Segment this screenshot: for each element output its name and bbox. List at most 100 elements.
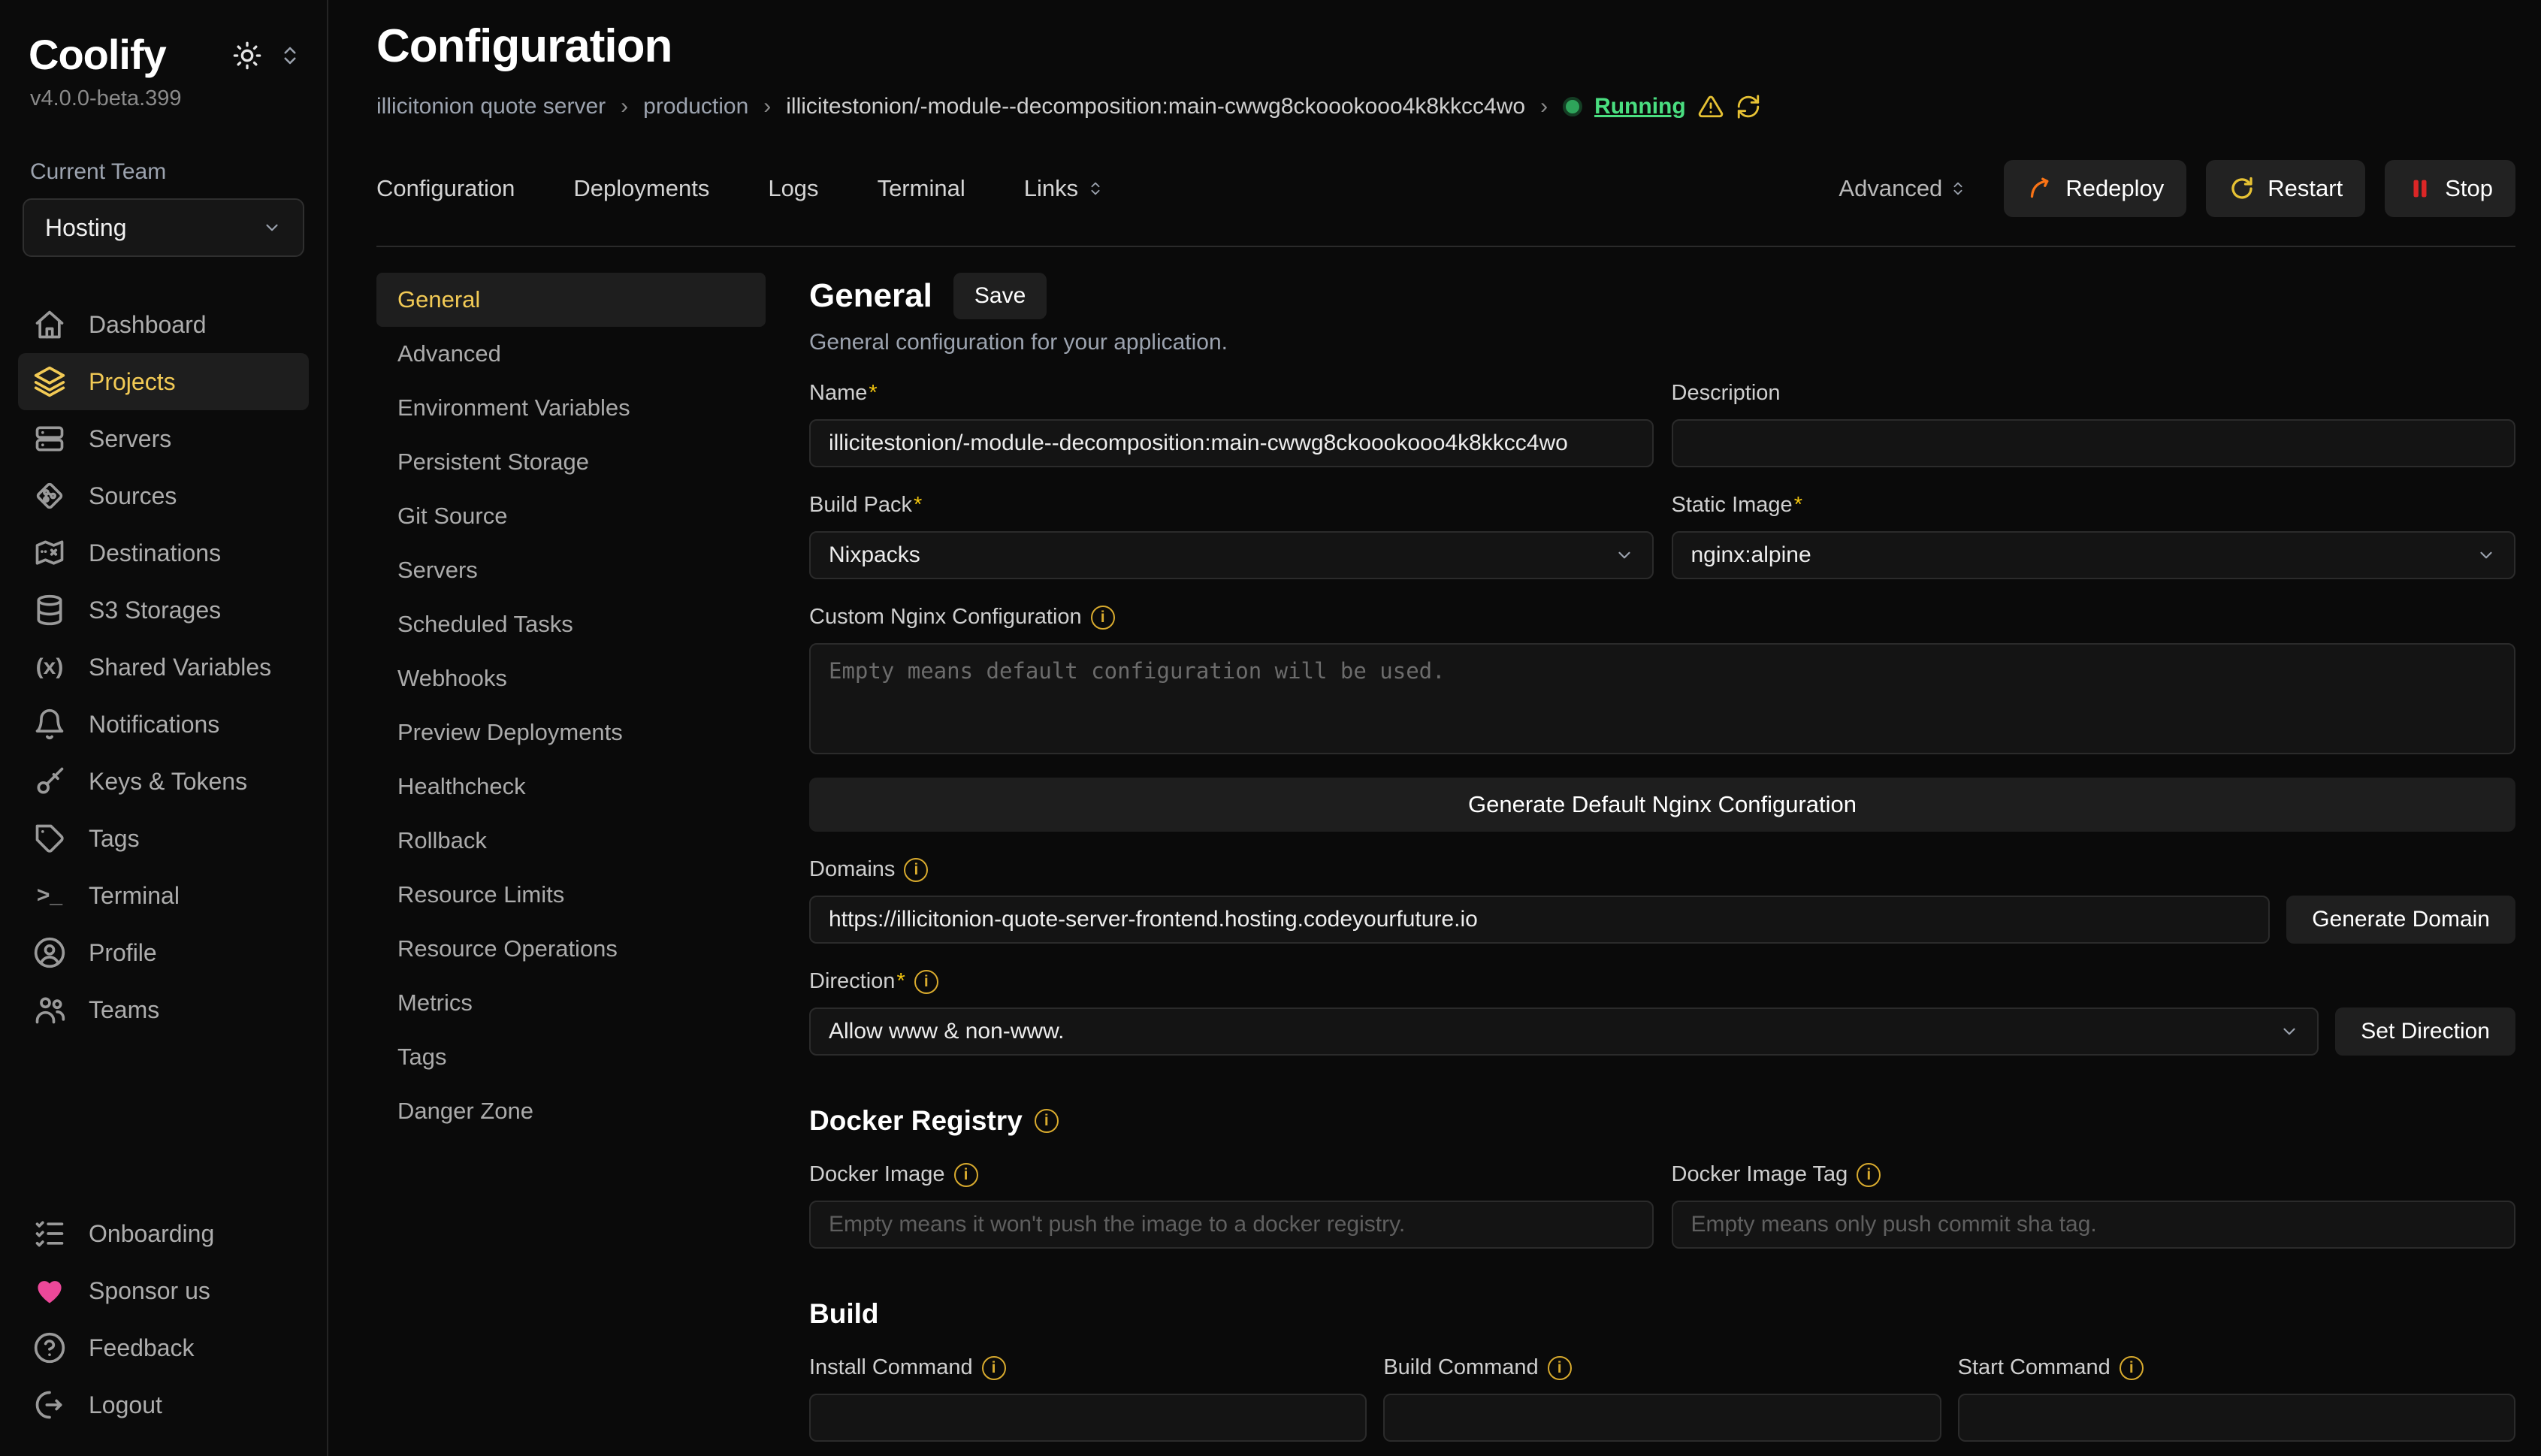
- docker-image-tag-label: Docker Image Tag: [1672, 1162, 1848, 1187]
- domains-input[interactable]: [809, 896, 2270, 944]
- app-version: v4.0.0-beta.399: [18, 79, 309, 111]
- sidebar-item-label: Sources: [89, 482, 177, 510]
- sidebar-item-sources[interactable]: Sources: [18, 467, 309, 524]
- status-badge[interactable]: Running: [1594, 94, 1686, 119]
- direction-select[interactable]: Allow www & non-www.: [809, 1007, 2319, 1056]
- sidebar-item-sponsor-us[interactable]: Sponsor us: [18, 1262, 309, 1319]
- refresh-icon[interactable]: [1736, 94, 1761, 119]
- sidebar-item-shared-variables[interactable]: (x) Shared Variables: [18, 639, 309, 696]
- database-icon: [33, 594, 66, 627]
- section-title-build: Build: [809, 1298, 878, 1330]
- theme-selector-chevrons-icon[interactable]: [279, 44, 301, 67]
- restart-button[interactable]: Restart: [2206, 160, 2365, 217]
- sidebar-item-servers[interactable]: Servers: [18, 410, 309, 467]
- description-label: Description: [1672, 381, 1781, 406]
- sidebar-item-terminal[interactable]: >_ Terminal: [18, 867, 309, 924]
- start-command-input[interactable]: [1958, 1394, 2515, 1442]
- sidebar-item-label: Teams: [89, 996, 159, 1024]
- info-icon[interactable]: [914, 970, 938, 994]
- static-image-select[interactable]: nginx:alpine: [1672, 531, 2516, 579]
- subnav-item-healthcheck[interactable]: Healthcheck: [376, 760, 766, 814]
- terminal-icon: >_: [33, 879, 66, 912]
- sidebar-item-s3-storages[interactable]: S3 Storages: [18, 581, 309, 639]
- team-select[interactable]: Hosting: [23, 198, 304, 257]
- sidebar-item-projects[interactable]: Projects: [18, 353, 309, 410]
- info-icon[interactable]: [982, 1356, 1006, 1380]
- sidebar-item-notifications[interactable]: Notifications: [18, 696, 309, 753]
- subnav-item-advanced[interactable]: Advanced: [376, 327, 766, 381]
- git-source-icon: [33, 479, 66, 512]
- build-pack-select[interactable]: Nixpacks: [809, 531, 1654, 579]
- tab-links[interactable]: Links: [1024, 175, 1104, 202]
- docker-image-tag-input[interactable]: [1672, 1201, 2516, 1249]
- sidebar-item-dashboard[interactable]: Dashboard: [18, 296, 309, 353]
- domains-label: Domains: [809, 857, 895, 882]
- checklist-icon: [33, 1217, 66, 1250]
- section-title-general: General: [809, 277, 932, 315]
- warning-triangle-icon[interactable]: [1698, 94, 1724, 119]
- nginx-config-textarea[interactable]: [809, 643, 2515, 754]
- tag-icon: [33, 822, 66, 855]
- sidebar: Coolify v4.0.0-beta.399 Current Team Hos…: [0, 0, 328, 1456]
- sidebar-item-profile[interactable]: Profile: [18, 924, 309, 981]
- tab-terminal[interactable]: Terminal: [878, 175, 965, 202]
- subnav-item-tags[interactable]: Tags: [376, 1030, 766, 1084]
- restart-icon: [2228, 175, 2255, 202]
- subnav-item-scheduled-tasks[interactable]: Scheduled Tasks: [376, 597, 766, 651]
- tab-logs[interactable]: Logs: [768, 175, 818, 202]
- settings-subnav: General Advanced Environment Variables P…: [376, 273, 766, 1456]
- docker-image-input[interactable]: [809, 1201, 1654, 1249]
- sidebar-item-logout[interactable]: Logout: [18, 1376, 309, 1433]
- info-icon[interactable]: [954, 1163, 978, 1187]
- info-icon[interactable]: [904, 858, 928, 882]
- generate-domain-button[interactable]: Generate Domain: [2286, 896, 2515, 944]
- build-pack-value: Nixpacks: [829, 542, 920, 568]
- install-command-input[interactable]: [809, 1394, 1367, 1442]
- theme-sun-icon[interactable]: [232, 41, 262, 71]
- coolify-app: Coolify v4.0.0-beta.399 Current Team Hos…: [0, 0, 2541, 1456]
- breadcrumb-environment[interactable]: production: [643, 94, 748, 119]
- sidebar-item-keys-tokens[interactable]: Keys & Tokens: [18, 753, 309, 810]
- stop-button[interactable]: Stop: [2385, 160, 2515, 217]
- sidebar-item-feedback[interactable]: Feedback: [18, 1319, 309, 1376]
- main-area: Configuration illicitonion quote server …: [328, 0, 2541, 1456]
- name-input[interactable]: [809, 419, 1654, 467]
- app-logo: Coolify: [29, 30, 166, 79]
- subnav-item-metrics[interactable]: Metrics: [376, 976, 766, 1030]
- set-direction-button[interactable]: Set Direction: [2335, 1007, 2515, 1056]
- info-icon[interactable]: [1091, 606, 1115, 630]
- sidebar-item-label: Notifications: [89, 711, 219, 739]
- generate-nginx-button[interactable]: Generate Default Nginx Configuration: [809, 778, 2515, 832]
- tab-configuration[interactable]: Configuration: [376, 175, 515, 202]
- tab-deployments[interactable]: Deployments: [573, 175, 709, 202]
- info-icon[interactable]: [1548, 1356, 1572, 1380]
- sidebar-item-teams[interactable]: Teams: [18, 981, 309, 1038]
- info-icon[interactable]: [2120, 1356, 2144, 1380]
- subnav-item-persistent-storage[interactable]: Persistent Storage: [376, 435, 766, 489]
- build-command-input[interactable]: [1383, 1394, 1941, 1442]
- install-command-label: Install Command: [809, 1355, 973, 1380]
- subnav-item-resource-limits[interactable]: Resource Limits: [376, 868, 766, 922]
- subnav-item-servers[interactable]: Servers: [376, 543, 766, 597]
- breadcrumb-project[interactable]: illicitonion quote server: [376, 94, 606, 119]
- description-input[interactable]: [1672, 419, 2516, 467]
- subnav-item-preview-deployments[interactable]: Preview Deployments: [376, 705, 766, 760]
- info-icon[interactable]: [1857, 1163, 1881, 1187]
- subnav-item-rollback[interactable]: Rollback: [376, 814, 766, 868]
- chevrons-up-down-icon: [1087, 180, 1104, 197]
- subnav-item-environment-variables[interactable]: Environment Variables: [376, 381, 766, 435]
- subnav-item-webhooks[interactable]: Webhooks: [376, 651, 766, 705]
- save-button[interactable]: Save: [953, 273, 1047, 319]
- redeploy-button[interactable]: Redeploy: [2004, 160, 2186, 217]
- static-image-label: Static Image: [1672, 493, 1802, 518]
- sidebar-item-onboarding[interactable]: Onboarding: [18, 1205, 309, 1262]
- sidebar-item-tags[interactable]: Tags: [18, 810, 309, 867]
- subnav-item-git-source[interactable]: Git Source: [376, 489, 766, 543]
- advanced-dropdown[interactable]: Advanced: [1839, 175, 1966, 202]
- breadcrumb-application[interactable]: illicitestonion/-module--decomposition:m…: [786, 94, 1525, 119]
- subnav-item-resource-operations[interactable]: Resource Operations: [376, 922, 766, 976]
- info-icon[interactable]: [1035, 1109, 1059, 1133]
- subnav-item-general[interactable]: General: [376, 273, 766, 327]
- sidebar-item-destinations[interactable]: Destinations: [18, 524, 309, 581]
- subnav-item-danger-zone[interactable]: Danger Zone: [376, 1084, 766, 1138]
